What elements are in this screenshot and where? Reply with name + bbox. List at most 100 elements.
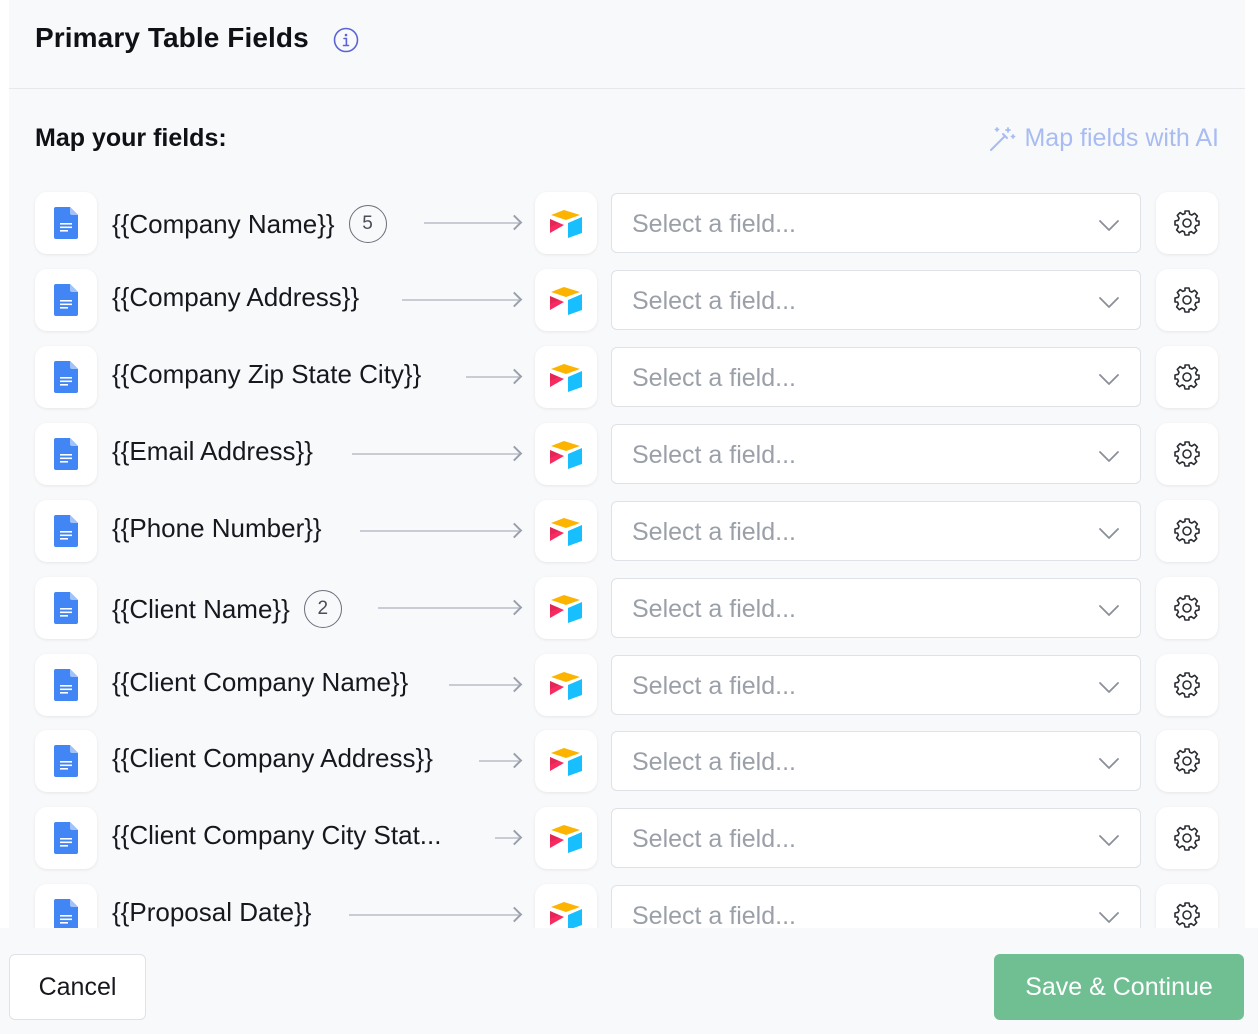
template-token: {{Proposal Date}} — [112, 897, 312, 928]
mapping-row: {{Client Company Name}} Select a field..… — [35, 654, 1219, 716]
gear-icon — [1174, 825, 1200, 851]
gear-icon — [1174, 748, 1200, 774]
arrow-right-icon — [466, 376, 519, 378]
token-label: {{Company Name}} — [112, 208, 335, 239]
template-token: {{Client Company Address}} — [112, 743, 433, 774]
save-continue-button[interactable]: Save & Continue — [994, 954, 1244, 1020]
airtable-field-select[interactable]: Select a field... — [611, 193, 1141, 253]
chevron-down-icon — [1099, 682, 1119, 693]
gear-icon — [1174, 210, 1200, 236]
google-docs-icon — [35, 192, 97, 254]
gear-icon — [1174, 595, 1200, 621]
field-settings-button[interactable] — [1156, 884, 1218, 928]
airtable-field-select[interactable]: Select a field... — [611, 885, 1141, 928]
chevron-down-icon — [1099, 374, 1119, 385]
token-label: {{Email Address}} — [112, 436, 313, 466]
chevron-down-icon — [1099, 912, 1119, 923]
airtable-field-select[interactable]: Select a field... — [611, 270, 1141, 330]
map-fields-label: Map your fields: — [35, 124, 227, 152]
gear-icon — [1174, 287, 1200, 313]
arrow-right-icon — [495, 837, 519, 839]
airtable-icon — [535, 884, 597, 928]
airtable-icon — [535, 269, 597, 331]
google-docs-icon — [35, 730, 97, 792]
airtable-icon — [535, 654, 597, 716]
google-docs-icon — [35, 577, 97, 639]
google-docs-icon — [35, 423, 97, 485]
airtable-field-select[interactable]: Select a field... — [611, 808, 1141, 868]
google-docs-icon — [35, 500, 97, 562]
magic-wand-icon — [990, 126, 1016, 151]
template-token: {{Company Zip State City}} — [112, 359, 421, 390]
airtable-field-select[interactable]: Select a field... — [611, 424, 1141, 484]
gear-icon — [1174, 672, 1200, 698]
field-settings-button[interactable] — [1156, 423, 1218, 485]
mapping-row: {{Phone Number}} Select a field... — [35, 500, 1219, 562]
map-fields-ai-label: Map fields with AI — [1024, 124, 1219, 152]
select-placeholder: Select a field... — [632, 441, 796, 469]
token-label: {{Proposal Date}} — [112, 897, 312, 927]
field-settings-button[interactable] — [1156, 654, 1218, 716]
template-token: {{Company Address}} — [112, 282, 359, 313]
field-settings-button[interactable] — [1156, 192, 1218, 254]
chevron-down-icon — [1099, 835, 1119, 846]
template-token: {{Client Company City Stat... — [112, 820, 441, 851]
token-label: {{Client Company Name}} — [112, 667, 409, 697]
arrow-right-icon — [449, 684, 519, 686]
map-fields-ai-link[interactable]: Map fields with AI — [988, 124, 1219, 153]
mapping-row: {{Client Company City Stat... Select a f… — [35, 807, 1219, 869]
arrow-right-icon — [402, 299, 519, 301]
airtable-field-select[interactable]: Select a field... — [611, 731, 1141, 791]
token-label: {{Client Company City Stat... — [112, 820, 442, 850]
field-settings-button[interactable] — [1156, 500, 1218, 562]
airtable-icon — [535, 807, 597, 869]
arrow-right-icon — [378, 607, 519, 609]
mapping-row: {{Client Company Address}} Select a fiel… — [35, 730, 1219, 792]
chevron-down-icon — [1099, 758, 1119, 769]
arrow-right-icon — [349, 914, 519, 916]
mapping-rows: Map your fields: Map fields with AI {{Co… — [9, 0, 1245, 928]
field-mapping-panel: Primary Table Fields Map your fields: Ma… — [9, 0, 1245, 1034]
mapping-row: {{Email Address}} Select a field... — [35, 423, 1219, 485]
mapping-row: {{Company Name}} 5 Select a field... — [35, 192, 1219, 254]
select-placeholder: Select a field... — [632, 287, 796, 315]
select-placeholder: Select a field... — [632, 364, 796, 392]
token-label: {{Company Zip State City}} — [112, 359, 422, 389]
field-settings-button[interactable] — [1156, 730, 1218, 792]
airtable-icon — [535, 192, 597, 254]
mapping-row: {{Company Address}} Select a field... — [35, 269, 1219, 331]
gear-icon — [1174, 518, 1200, 544]
airtable-field-select[interactable]: Select a field... — [611, 655, 1141, 715]
select-placeholder: Select a field... — [632, 825, 796, 853]
template-token: {{Phone Number}} — [112, 513, 322, 544]
mapping-row: {{Client Name}} 2 Select a field... — [35, 577, 1219, 639]
cancel-button[interactable]: Cancel — [9, 954, 146, 1020]
gear-icon — [1174, 902, 1200, 928]
chevron-down-icon — [1099, 451, 1119, 462]
chevron-down-icon — [1099, 220, 1119, 231]
airtable-icon — [535, 500, 597, 562]
select-placeholder: Select a field... — [632, 595, 796, 623]
select-placeholder: Select a field... — [632, 518, 796, 546]
field-settings-button[interactable] — [1156, 807, 1218, 869]
google-docs-icon — [35, 654, 97, 716]
template-token: {{Company Name}} 5 — [112, 205, 387, 243]
gear-icon — [1174, 364, 1200, 390]
chevron-down-icon — [1099, 297, 1119, 308]
field-settings-button[interactable] — [1156, 346, 1218, 408]
chevron-down-icon — [1099, 528, 1119, 539]
airtable-field-select[interactable]: Select a field... — [611, 347, 1141, 407]
airtable-field-select[interactable]: Select a field... — [611, 501, 1141, 561]
token-label: {{Client Name}} — [112, 593, 290, 624]
airtable-icon — [535, 346, 597, 408]
select-placeholder: Select a field... — [632, 748, 796, 776]
mapping-row: {{Proposal Date}} Select a field... — [35, 884, 1219, 928]
template-token: {{Email Address}} — [112, 436, 313, 467]
field-settings-button[interactable] — [1156, 577, 1218, 639]
occurrence-count-badge: 5 — [348, 205, 387, 243]
token-label: {{Phone Number}} — [112, 513, 322, 543]
template-token: {{Client Company Name}} — [112, 667, 408, 698]
field-settings-button[interactable] — [1156, 269, 1218, 331]
google-docs-icon — [35, 269, 97, 331]
airtable-field-select[interactable]: Select a field... — [611, 578, 1141, 638]
